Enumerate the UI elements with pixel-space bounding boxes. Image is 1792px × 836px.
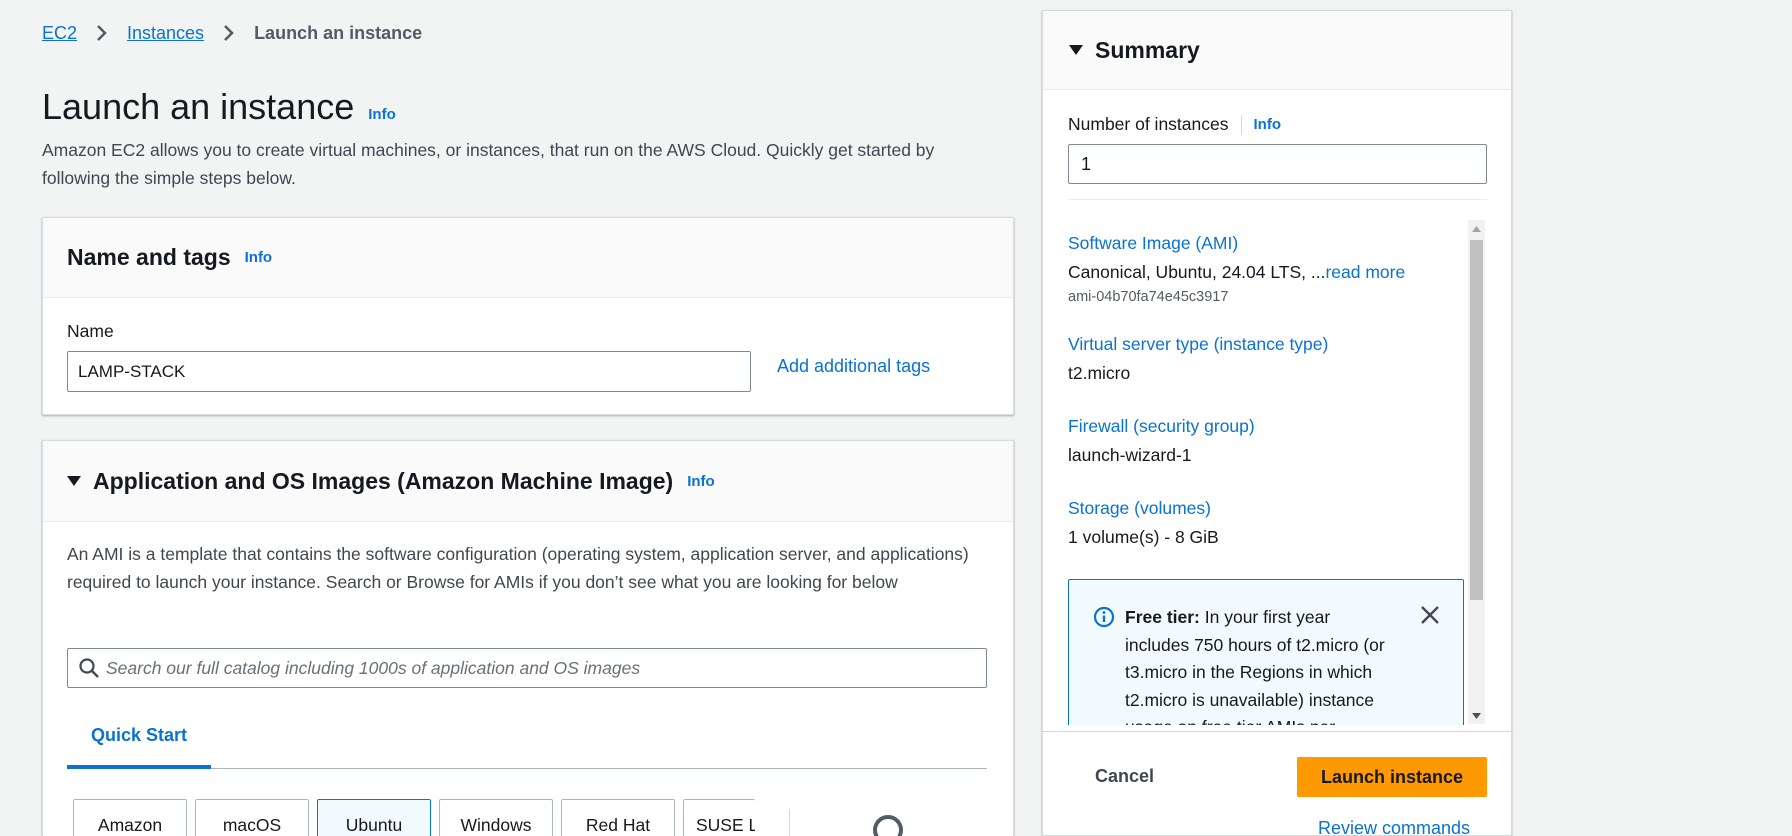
caret-down-icon[interactable]	[67, 476, 81, 486]
summary-storage-label[interactable]: Storage (volumes)	[1068, 498, 1219, 519]
summary-ami-text: Canonical, Ubuntu, 24.04 LTS, ...	[1068, 262, 1326, 282]
read-more-link[interactable]: read more	[1325, 262, 1405, 282]
ami-search-box[interactable]	[67, 648, 987, 688]
summary-scrollbar[interactable]	[1468, 220, 1485, 724]
caret-down-icon[interactable]	[1069, 45, 1083, 55]
os-tile-redhat[interactable]: Red Hat	[561, 799, 675, 836]
summary-ami-value: Canonical, Ubuntu, 24.04 LTS, ...read mo…	[1068, 262, 1405, 283]
ami-panel: Application and OS Images (Amazon Machin…	[42, 440, 1014, 836]
os-tiles: Amazon macOS Ubuntu Windows Red Hat SUSE…	[73, 799, 763, 836]
summary-storage-value: 1 volume(s) - 8 GiB	[1068, 527, 1219, 547]
summary-ami-label[interactable]: Software Image (AMI)	[1068, 233, 1405, 254]
ami-search-input[interactable]	[106, 657, 966, 679]
name-and-tags-info-link[interactable]: Info	[245, 249, 273, 266]
info-circle-icon	[1093, 606, 1115, 628]
summary-panel: Summary Number of instances Info Softwar…	[1042, 10, 1513, 836]
summary-scroll-area: Software Image (AMI) Canonical, Ubuntu, …	[1068, 221, 1488, 725]
summary-header[interactable]: Summary	[1043, 11, 1511, 90]
num-instances-label: Number of instances	[1068, 114, 1229, 134]
chevron-right-icon	[89, 22, 115, 44]
breadcrumb-instances[interactable]: Instances	[127, 23, 204, 44]
ami-title: Application and OS Images (Amazon Machin…	[93, 467, 674, 494]
scroll-thumb[interactable]	[1470, 240, 1483, 600]
page-info-link[interactable]: Info	[368, 106, 396, 123]
search-icon	[79, 658, 99, 678]
num-instances-info-link[interactable]: Info	[1254, 116, 1282, 133]
free-tier-bold: Free tier:	[1125, 607, 1200, 627]
name-and-tags-title: Name and tags	[67, 244, 231, 270]
name-and-tags-panel: Name and tags Info Name Add additional t…	[42, 217, 1014, 415]
summary-ami-id: ami-04b70fa74e45c3917	[1068, 289, 1229, 305]
breadcrumb-ec2[interactable]: EC2	[42, 23, 77, 44]
summary-title: Summary	[1095, 36, 1200, 63]
summary-divider	[1068, 199, 1487, 200]
num-instances-input[interactable]	[1068, 144, 1487, 184]
summary-instance-type: Virtual server type (instance type) t2.m…	[1068, 334, 1328, 384]
ami-tabs: Quick Start	[67, 719, 987, 769]
scroll-down-arrow-icon[interactable]	[1468, 707, 1485, 724]
free-tier-alert: Free tier: In your first year includes 7…	[1068, 579, 1464, 725]
breadcrumb-current: Launch an instance	[254, 22, 423, 43]
cancel-button[interactable]: Cancel	[1095, 766, 1154, 787]
summary-ami: Software Image (AMI) Canonical, Ubuntu, …	[1068, 233, 1405, 305]
tiles-divider	[789, 809, 790, 836]
os-tile-amazon[interactable]: Amazon	[73, 799, 187, 836]
chevron-right-icon	[216, 22, 242, 44]
ami-header[interactable]: Application and OS Images (Amazon Machin…	[43, 441, 1013, 522]
summary-storage: Storage (volumes) 1 volume(s) - 8 GiB	[1068, 498, 1219, 548]
ami-info-link[interactable]: Info	[687, 473, 715, 490]
review-commands-link[interactable]: Review commands	[1318, 818, 1470, 836]
page-title: Launch an instance	[42, 86, 355, 127]
name-and-tags-header: Name and tags Info	[43, 218, 1013, 298]
summary-footer-divider	[1043, 731, 1513, 732]
free-tier-text: Free tier: In your first year includes 7…	[1125, 604, 1395, 725]
page-description: Amazon EC2 allows you to create virtual …	[42, 140, 935, 188]
breadcrumb: EC2 Instances Launch an instance	[42, 22, 422, 44]
launch-instance-button[interactable]: Launch instance	[1297, 757, 1487, 797]
summary-instance-type-value: t2.micro	[1068, 363, 1131, 383]
os-tile-suse[interactable]: SUSE Li	[683, 799, 755, 836]
summary-instance-type-label[interactable]: Virtual server type (instance type)	[1068, 334, 1328, 355]
scroll-up-arrow-icon[interactable]	[1468, 220, 1485, 237]
ami-description: An AMI is a template that contains the s…	[67, 544, 969, 592]
add-additional-tags-link[interactable]: Add additional tags	[777, 356, 930, 377]
tab-quick-start[interactable]: Quick Start	[67, 719, 211, 769]
summary-firewall-value: launch-wizard-1	[1068, 445, 1192, 465]
name-label: Name	[67, 321, 114, 341]
label-separator	[1240, 114, 1242, 135]
os-tile-ubuntu[interactable]: Ubuntu	[317, 799, 431, 836]
num-instances-label-row: Number of instances Info	[1068, 114, 1281, 135]
browse-more-icon[interactable]	[873, 815, 903, 836]
os-tile-windows[interactable]: Windows	[439, 799, 553, 836]
summary-firewall-label[interactable]: Firewall (security group)	[1068, 416, 1255, 437]
summary-firewall: Firewall (security group) launch-wizard-…	[1068, 416, 1255, 466]
page-header: Launch an instance Info	[42, 86, 396, 128]
close-icon[interactable]	[1419, 604, 1441, 626]
name-input[interactable]	[67, 351, 751, 392]
os-tile-macos[interactable]: macOS	[195, 799, 309, 836]
